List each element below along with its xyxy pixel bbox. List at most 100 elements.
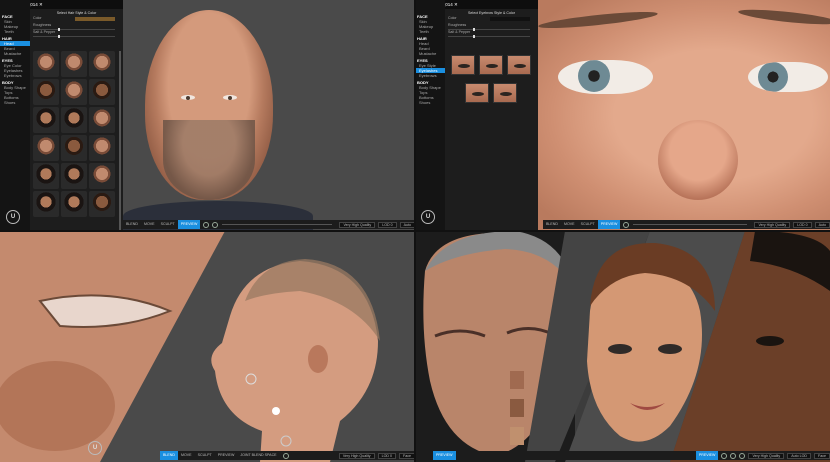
lod-dropdown[interactable]: Auto LOD [787, 452, 811, 459]
sidebar-item-eyebrows[interactable]: Eyebrows [415, 73, 445, 78]
hair-thumbnail[interactable] [33, 163, 59, 189]
joint-blend-space-toggle[interactable]: JOINT BLEND SPACE [237, 451, 279, 460]
salt-pepper-slider[interactable] [448, 35, 530, 38]
sidebar-item-mustache[interactable]: Mustache [0, 51, 30, 56]
hair-thumbnail[interactable] [61, 163, 87, 189]
sidebar-item-shoes[interactable]: Shoes [415, 100, 445, 105]
sculpt-button[interactable]: SCULPT [158, 220, 178, 229]
blend-button[interactable]: BLEND [123, 220, 141, 229]
sidebar-item-teeth[interactable]: Teeth [415, 29, 445, 34]
sidebar-item-mustache[interactable]: Mustache [415, 51, 445, 56]
preview-button[interactable]: PREVIEW [433, 451, 456, 460]
woman-eye-right [658, 344, 682, 354]
eyebrow-thumbnail[interactable] [507, 55, 531, 75]
preview-button[interactable]: PREVIEW [215, 451, 238, 460]
hair-thumbnail[interactable] [33, 135, 59, 161]
hair-thumbnail[interactable] [33, 79, 59, 105]
sidebar-item-shoes[interactable]: Shoes [0, 100, 30, 105]
editor-header: Select Hair Style & Color [56, 11, 97, 15]
character-eye-right [223, 95, 237, 100]
hair-thumbnail[interactable] [33, 51, 59, 77]
salt-pepper-slider[interactable] [33, 35, 115, 38]
preview-button[interactable]: PREVIEW [597, 220, 621, 229]
viewport-bald-man[interactable] [123, 0, 415, 231]
roughness-row: Roughness [445, 23, 538, 31]
hair-thumbnail[interactable] [61, 191, 87, 217]
sculpt-button[interactable]: SCULPT [578, 220, 598, 229]
editor-header: Select Eyebrow Style & Color [468, 11, 515, 15]
hair-thumbnail[interactable] [89, 163, 115, 189]
camera-icon[interactable] [730, 452, 737, 459]
eyebrow-thumbnail[interactable] [479, 55, 503, 75]
display-icon[interactable] [739, 452, 746, 459]
lod-dropdown[interactable]: LOD 0 [793, 221, 812, 228]
auto-dropdown[interactable]: Auto [399, 221, 415, 228]
color-row: Color [30, 16, 123, 23]
character-nose [658, 120, 738, 200]
hair-thumbnail[interactable] [33, 107, 59, 133]
hair-thumbnail[interactable] [89, 135, 115, 161]
hair-thumbnail[interactable] [61, 135, 87, 161]
hair-thumbnail[interactable] [89, 51, 115, 77]
slider-handle[interactable] [57, 35, 60, 38]
eyebrow-thumbnail[interactable] [465, 83, 489, 103]
sidebar-item-teeth[interactable]: Teeth [0, 29, 30, 34]
lod-dropdown[interactable]: LOD 0 [378, 221, 397, 228]
hair-thumbnail[interactable] [33, 191, 59, 217]
play-icon[interactable] [203, 221, 210, 228]
lod-dropdown[interactable]: LOD 0 [377, 452, 396, 459]
timeline-scrubber[interactable] [633, 224, 748, 225]
quality-dropdown[interactable]: Very High Quality [339, 221, 376, 228]
hair-color-swatch[interactable] [75, 17, 115, 21]
blend-button[interactable]: BLEND [543, 220, 561, 229]
slider-handle[interactable] [472, 35, 475, 38]
metahuman-collage: metahuman_014 ✕ FACE Skin Makeup Teeth H… [0, 0, 830, 462]
viewport-toolbar: PREVIEW PREVIEW Very High Quality Auto L… [433, 451, 830, 460]
auto-dropdown[interactable]: Auto [814, 221, 830, 228]
quality-dropdown[interactable]: Very High Quality [338, 452, 375, 459]
play-icon[interactable] [623, 221, 630, 228]
blend-button[interactable]: BLEND [160, 451, 178, 460]
hair-thumbnail[interactable] [61, 79, 87, 105]
color-label: Color [33, 16, 42, 20]
sidebar-item-eyebrows[interactable]: Eyebrows [0, 73, 30, 78]
eyebrow-thumbnail[interactable] [493, 83, 517, 103]
move-button[interactable]: MOVE [141, 220, 158, 229]
hair-editor-panel: Select Hair Style & Color Color Roughnes… [30, 9, 123, 231]
preset-thumbnail[interactable] [510, 427, 524, 445]
quality-dropdown[interactable]: Very High Quality [754, 221, 791, 228]
settings-icon[interactable] [721, 452, 728, 459]
quality-dropdown[interactable]: Very High Quality [748, 452, 785, 459]
eyebrow-thumbnail[interactable] [451, 55, 475, 75]
scrollbar[interactable] [119, 51, 121, 231]
move-button[interactable]: MOVE [561, 220, 578, 229]
panel-profile-blend: U BLEND MOVE SCULPT PREVIEW JOINT BLEND … [0, 231, 415, 462]
hair-thumbnail[interactable] [89, 79, 115, 105]
sculpt-button[interactable]: SCULPT [195, 451, 215, 460]
roughness-label: Roughness [448, 23, 467, 27]
preset-thumbnail[interactable] [510, 371, 524, 389]
hair-thumbnail[interactable] [89, 191, 115, 217]
blend-handle-active[interactable] [272, 407, 280, 415]
hair-thumbnail[interactable] [61, 107, 87, 133]
face-dropdown[interactable]: Face [814, 452, 830, 459]
viewport-toolbar: BLEND MOVE SCULPT PREVIEW JOINT BLEND SP… [160, 451, 415, 460]
viewport-profile[interactable] [0, 231, 415, 462]
timeline-scrubber[interactable] [222, 224, 333, 225]
preset-thumbnail[interactable] [510, 399, 524, 417]
viewport-composite[interactable] [415, 231, 830, 462]
man-eye [756, 336, 784, 346]
sidebar: FACE Skin Makeup Teeth HAIR Head Beard M… [415, 0, 445, 231]
character-eye-right [748, 62, 828, 92]
preview-button[interactable]: PREVIEW [177, 220, 201, 229]
eyebrow-color-swatch[interactable] [490, 17, 530, 21]
pause-icon[interactable] [212, 221, 219, 228]
preview-button-2[interactable]: PREVIEW [695, 451, 719, 460]
character-beard [163, 120, 255, 200]
move-button[interactable]: MOVE [178, 451, 195, 460]
settings-icon[interactable] [282, 452, 289, 459]
hair-thumbnail[interactable] [61, 51, 87, 77]
hair-thumbnail[interactable] [89, 107, 115, 133]
viewport-eye-closeup[interactable] [537, 0, 830, 231]
face-dropdown[interactable]: Face [399, 452, 415, 459]
